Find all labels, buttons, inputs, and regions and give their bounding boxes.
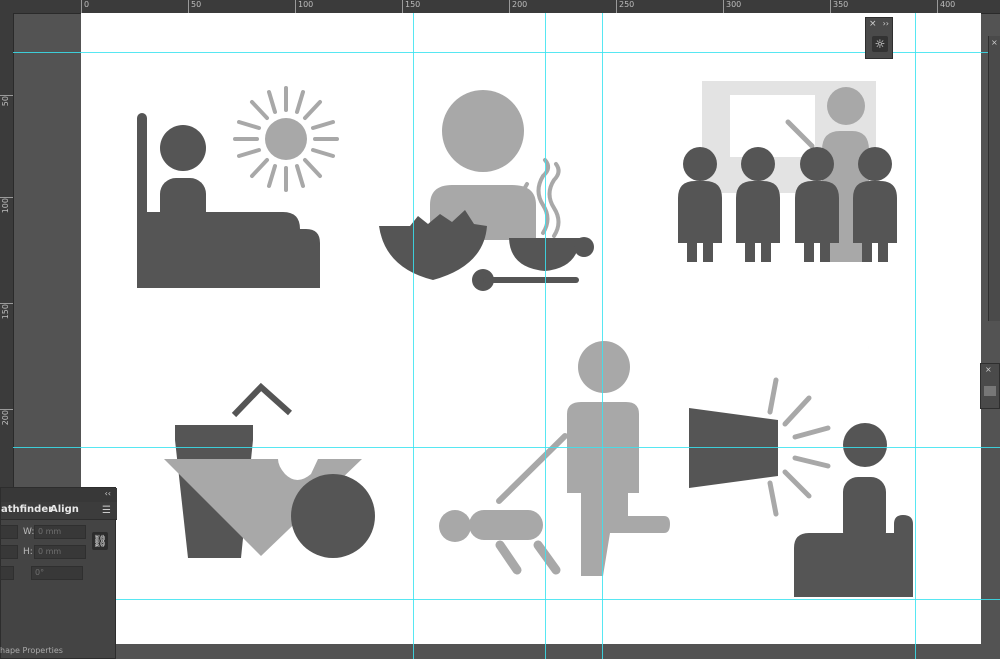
width-label: W: bbox=[23, 527, 35, 537]
close-icon[interactable]: × bbox=[991, 38, 998, 47]
tab-pathfinder[interactable]: athfinder bbox=[1, 504, 53, 515]
close-icon[interactable]: × bbox=[985, 365, 992, 374]
sun-icon[interactable]: ☼ bbox=[872, 36, 888, 52]
shear-field[interactable]: 0° bbox=[31, 566, 83, 580]
x-field[interactable] bbox=[0, 525, 18, 539]
illustration-walking-the-dog[interactable] bbox=[439, 341, 670, 576]
horizontal-guide[interactable] bbox=[13, 599, 1000, 600]
illustration-loud-speaker-at-night[interactable] bbox=[689, 325, 932, 597]
right-panel-dock-secondary[interactable]: × bbox=[980, 363, 1000, 409]
link-icon[interactable]: ⛓ bbox=[92, 532, 108, 550]
menu-icon[interactable]: ☰ bbox=[102, 505, 111, 516]
collapse-icon[interactable]: ‹‹ bbox=[105, 489, 111, 498]
panel-tabs: athfinder Align ☰ bbox=[1, 502, 117, 520]
ruler-origin[interactable] bbox=[0, 0, 13, 13]
vertical-guide[interactable] bbox=[413, 13, 414, 659]
illustration-classroom-presentation[interactable] bbox=[678, 81, 897, 262]
artwork-canvas bbox=[137, 81, 932, 597]
height-label: H: bbox=[23, 547, 33, 557]
moon-icon bbox=[868, 325, 932, 387]
width-field[interactable]: 0 mm bbox=[34, 525, 86, 539]
shape-properties-label[interactable]: hape Properties bbox=[0, 646, 63, 655]
illustration-person-eating-breakfast[interactable] bbox=[379, 90, 594, 291]
illustration-person-in-bed-with-sun[interactable] bbox=[137, 86, 339, 288]
horizontal-guide[interactable] bbox=[13, 52, 1000, 53]
horizontal-guide[interactable] bbox=[13, 447, 1000, 448]
vertical-guide[interactable] bbox=[602, 13, 603, 659]
y-field[interactable] bbox=[0, 545, 18, 559]
vertical-guide[interactable] bbox=[545, 13, 546, 659]
illustration-fast-food-meal[interactable] bbox=[164, 382, 375, 558]
floating-tool-panel[interactable]: × ›› ☼ bbox=[865, 17, 893, 59]
close-icon[interactable]: × bbox=[869, 19, 877, 29]
sun-icon bbox=[233, 86, 339, 192]
right-panel-dock[interactable]: × bbox=[988, 36, 1000, 321]
megaphone-icon bbox=[689, 408, 778, 488]
rotate-field[interactable] bbox=[0, 566, 14, 580]
tab-align[interactable]: Align bbox=[50, 504, 79, 515]
panel-icon[interactable] bbox=[984, 386, 996, 396]
collapse-icon[interactable]: ›› bbox=[883, 19, 889, 28]
vertical-guide[interactable] bbox=[915, 13, 916, 659]
panel-header[interactable]: ‹‹ bbox=[1, 488, 117, 502]
height-field[interactable]: 0 mm bbox=[34, 545, 86, 559]
